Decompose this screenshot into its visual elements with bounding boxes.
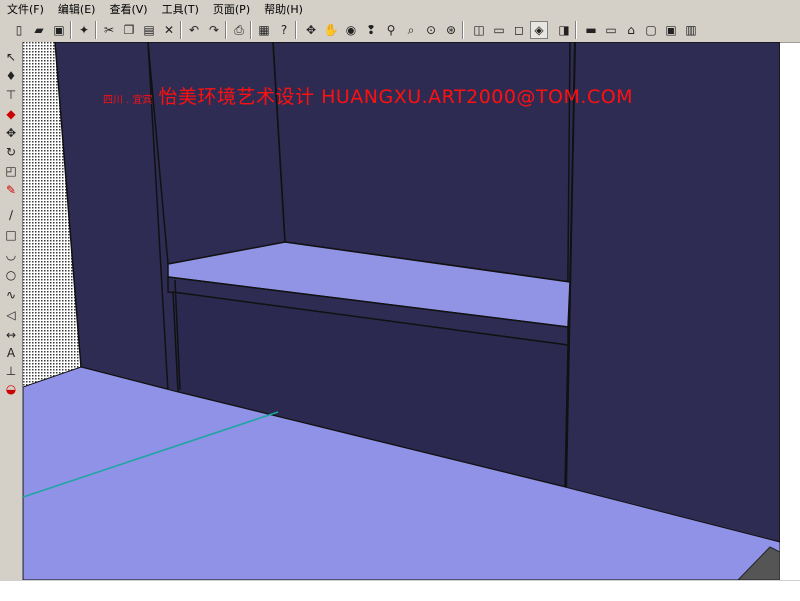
back-view-icon[interactable]: ◨ (555, 21, 573, 39)
help-icon[interactable]: ? (275, 21, 293, 39)
top-view-icon[interactable]: ▭ (490, 21, 508, 39)
arc-icon[interactable]: ◡ (2, 246, 20, 264)
eraser-icon[interactable]: ◆ (2, 105, 20, 123)
toolbar-separator (70, 21, 72, 39)
model-info-icon[interactable]: ▦ (255, 21, 273, 39)
menu-bar: 文件(F) 编辑(E) 查看(V) 工具(T) 页面(P) 帮助(H) (0, 0, 800, 18)
scene-drawing (23, 42, 780, 580)
menu-file[interactable]: 文件(F) (0, 1, 51, 17)
copy-icon[interactable]: ❐ (120, 21, 138, 39)
main-toolbar: ▯ ▰ ▣ ✦ ✂ ❐ ▤ ✕ ↶ ↷ ⎙ ▦ ? ✥ ✋ ◉ ❢ ⚲ ⌕ ⊙ … (0, 18, 800, 43)
front-view-icon[interactable]: ◻ (510, 21, 528, 39)
left-view-icon[interactable]: ▬ (582, 21, 600, 39)
watermark-banner: 四川 . 宜宾 怡美环境艺术设计 HUANGXU.ART2000@TOM.COM (103, 82, 633, 109)
wireframe-icon[interactable]: ▭ (602, 21, 620, 39)
scale-icon[interactable]: ◰ (2, 162, 20, 180)
iso-view-icon[interactable]: ◫ (470, 21, 488, 39)
shaded-icon[interactable]: ▢ (642, 21, 660, 39)
move-icon[interactable]: ✥ (2, 124, 20, 142)
toolbar-separator (295, 21, 297, 39)
shaded-texture-icon[interactable]: ▣ (662, 21, 680, 39)
banner-title: 怡美环境艺术设计 HUANGXU.ART2000@TOM.COM (158, 86, 634, 108)
tape-measure-icon[interactable]: ⊤ (2, 86, 20, 104)
look-around-icon[interactable]: ◉ (342, 21, 360, 39)
redo-icon[interactable]: ↷ (205, 21, 223, 39)
circle-icon[interactable]: ○ (2, 266, 20, 284)
zoom-icon[interactable]: ⚲ (382, 21, 400, 39)
toolbar-separator (95, 21, 97, 39)
right-pillar (565, 42, 780, 543)
push-pull-icon[interactable]: ✎ (2, 181, 20, 199)
new-file-icon[interactable]: ▯ (10, 21, 28, 39)
camera-icon[interactable]: ✦ (75, 21, 93, 39)
toolbar-separator (462, 21, 464, 39)
cut-icon[interactable]: ✂ (100, 21, 118, 39)
rotate-icon[interactable]: ↻ (2, 143, 20, 161)
protractor-icon[interactable]: ◒ (2, 380, 20, 398)
toolbar-separator (225, 21, 227, 39)
menu-view[interactable]: 查看(V) (102, 1, 154, 17)
print-icon[interactable]: ⎙ (230, 21, 248, 39)
zoom-window-icon[interactable]: ⌕ (402, 21, 420, 39)
rectangle-icon[interactable]: □ (2, 226, 20, 244)
delete-icon[interactable]: ✕ (160, 21, 178, 39)
select-icon[interactable]: ↖ (2, 48, 20, 66)
line-icon[interactable]: ∕ (2, 206, 20, 224)
left-toolbar: ↖ ♦ ⊤ ◆ ✥ ↻ ◰ ✎ ∕ □ ◡ ○ ∿ ◁ ↔ A ⊥ ◒ (0, 42, 23, 580)
walk-icon[interactable]: ❢ (362, 21, 380, 39)
menu-tools[interactable]: 工具(T) (155, 1, 206, 17)
save-icon[interactable]: ▣ (50, 21, 68, 39)
toolbar-separator (250, 21, 252, 39)
previous-view-icon[interactable]: ⊛ (442, 21, 460, 39)
hidden-line-icon[interactable]: ⌂ (622, 21, 640, 39)
toolbar-separator (180, 21, 182, 39)
polygon-icon[interactable]: ◁ (2, 306, 20, 324)
menu-page[interactable]: 页面(P) (206, 1, 257, 17)
paste-icon[interactable]: ▤ (140, 21, 158, 39)
open-folder-icon[interactable]: ▰ (30, 21, 48, 39)
menu-edit[interactable]: 编辑(E) (51, 1, 103, 17)
zoom-extents-icon[interactable]: ⊙ (422, 21, 440, 39)
3d-viewport[interactable]: 四川 . 宜宾 怡美环境艺术设计 HUANGXU.ART2000@TOM.COM (23, 42, 780, 580)
pan-icon[interactable]: ✋ (322, 21, 340, 39)
status-area (0, 580, 800, 601)
banner-location: 四川 . 宜宾 (103, 95, 153, 106)
menu-help[interactable]: 帮助(H) (257, 1, 310, 17)
dimension-icon[interactable]: ↔ (2, 326, 20, 344)
freehand-icon[interactable]: ∿ (2, 286, 20, 304)
text-icon[interactable]: A (2, 344, 20, 362)
axis-icon[interactable]: ⊥ (2, 362, 20, 380)
xray-icon[interactable]: ▥ (682, 21, 700, 39)
paint-bucket-icon[interactable]: ♦ (2, 67, 20, 85)
undo-icon[interactable]: ↶ (185, 21, 203, 39)
orbit-icon[interactable]: ✥ (302, 21, 320, 39)
right-view-icon[interactable]: ◈ (530, 21, 548, 39)
toolbar-separator (575, 21, 577, 39)
